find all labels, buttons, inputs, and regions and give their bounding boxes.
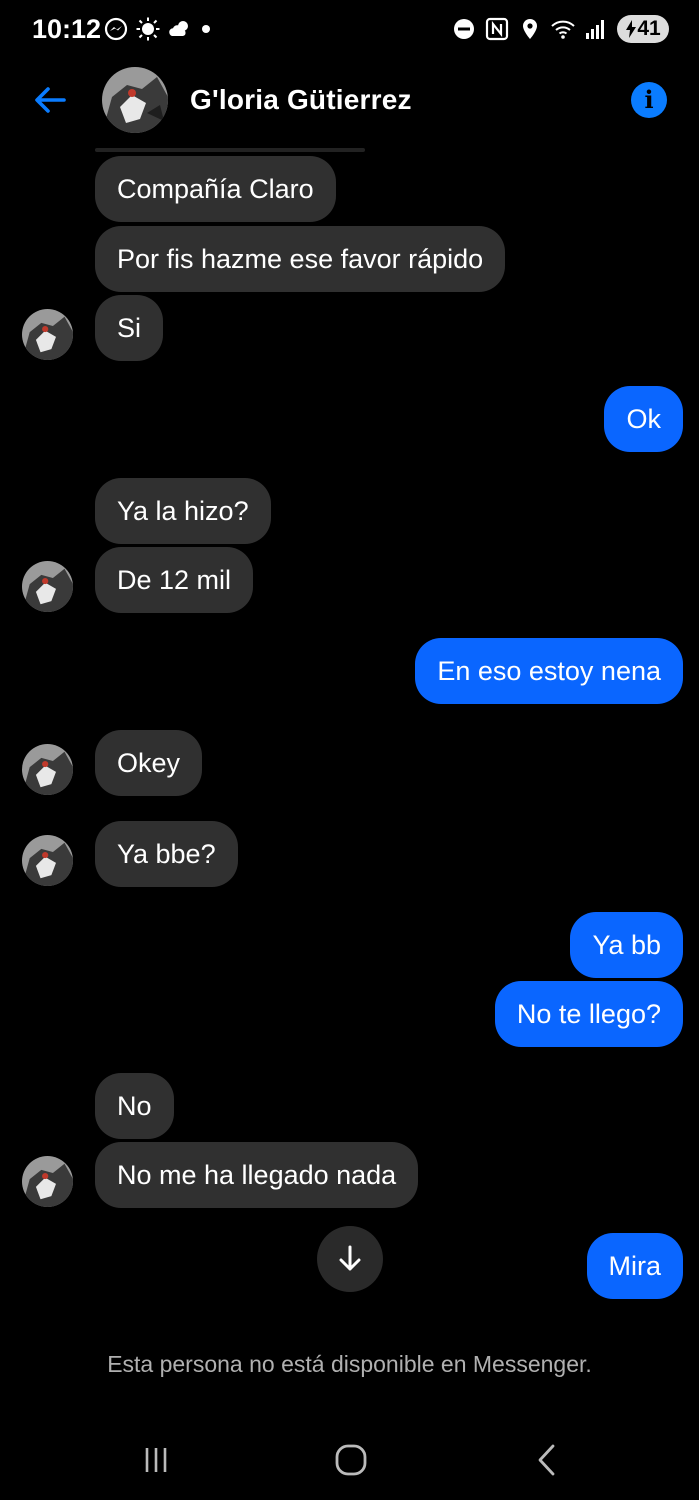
sender-avatar	[22, 561, 73, 612]
back-arrow-icon[interactable]	[30, 80, 70, 120]
home-icon	[335, 1444, 367, 1476]
sender-avatar	[22, 835, 73, 886]
dot-icon	[202, 25, 210, 33]
do-not-disturb-icon	[454, 19, 474, 39]
brightness-icon	[136, 17, 160, 41]
contact-avatar[interactable]	[102, 67, 168, 133]
charging-icon	[626, 20, 637, 38]
sender-avatar	[22, 744, 73, 795]
status-time: 10:12	[32, 14, 102, 44]
message-bubble-incoming[interactable]: De 12 mil	[95, 547, 254, 613]
status-right-icons: 41	[452, 15, 669, 43]
arrow-down-icon	[339, 1245, 361, 1271]
weather-icon	[169, 21, 188, 36]
back-chevron-icon	[538, 1444, 555, 1476]
previous-message-edge	[95, 148, 365, 152]
scroll-to-bottom-button[interactable]	[317, 1226, 383, 1292]
message-bubble-incoming[interactable]: Compañía Claro	[95, 156, 336, 222]
nfc-icon	[485, 17, 509, 41]
message-bubble-outgoing[interactable]: Ya bb	[570, 912, 683, 978]
message-bubble-incoming[interactable]: Por fis hazme ese favor rápido	[95, 226, 506, 292]
location-icon	[523, 19, 537, 39]
message-bubble-incoming[interactable]: Okey	[95, 730, 203, 796]
messenger-icon	[104, 17, 128, 41]
sender-avatar	[22, 309, 73, 360]
message-bubble-incoming[interactable]: Ya bbe?	[95, 821, 238, 887]
status-left-icons	[104, 17, 212, 41]
battery-indicator: 41	[617, 15, 669, 43]
contact-name[interactable]: G'loria Gütierrez	[190, 84, 412, 116]
chat-header: G'loria Gütierrez i	[0, 62, 699, 142]
recent-apps-button[interactable]	[134, 1438, 178, 1482]
message-bubble-outgoing[interactable]: Ok	[604, 386, 683, 452]
battery-level: 41	[637, 17, 661, 40]
message-bubble-outgoing[interactable]: Mira	[586, 1233, 683, 1299]
message-bubble-incoming[interactable]: Ya la hizo?	[95, 478, 271, 544]
message-bubble-incoming[interactable]: No	[95, 1073, 174, 1139]
unavailable-notice: Esta persona no está disponible en Messe…	[107, 1351, 592, 1377]
sender-avatar	[22, 1156, 73, 1207]
info-button[interactable]: i	[631, 82, 667, 118]
signal-icon	[586, 20, 604, 39]
message-bubble-outgoing[interactable]: En eso estoy nena	[415, 638, 683, 704]
wifi-icon	[551, 20, 575, 39]
recent-apps-icon	[145, 1448, 167, 1472]
home-button[interactable]	[329, 1438, 373, 1482]
status-bar: 10:12 41	[0, 0, 699, 62]
message-bubble-incoming[interactable]: Si	[95, 295, 164, 361]
info-icon: i	[644, 85, 654, 114]
message-bubble-outgoing[interactable]: No te llego?	[494, 981, 683, 1047]
back-button[interactable]	[525, 1438, 569, 1482]
system-navigation-bar	[0, 1420, 699, 1500]
message-bubble-incoming[interactable]: No me ha llegado nada	[95, 1142, 419, 1208]
